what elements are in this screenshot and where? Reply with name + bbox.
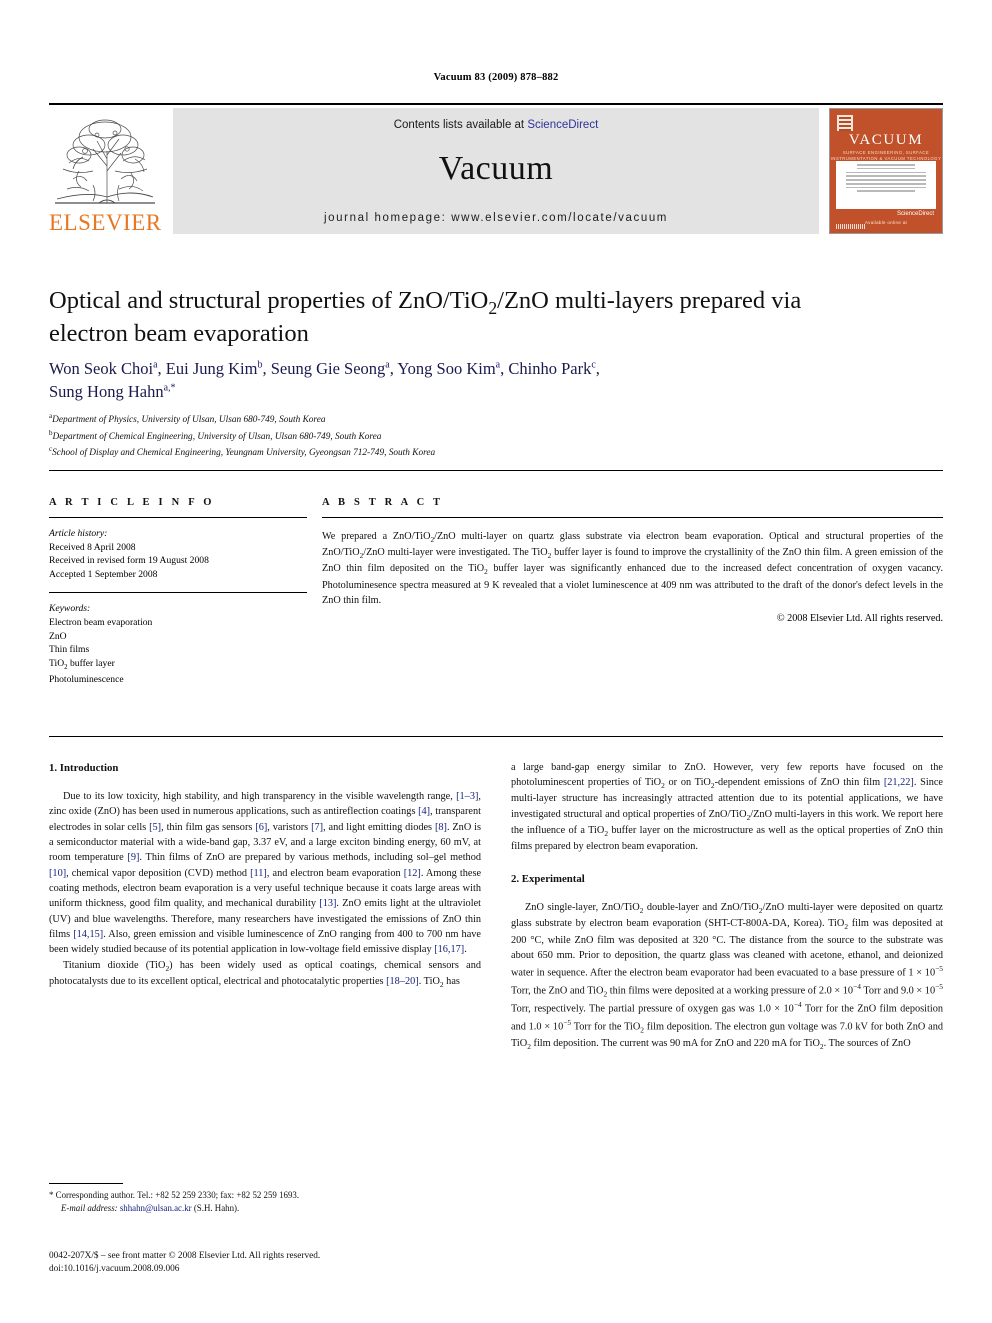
article-title: Optical and structural properties of ZnO… xyxy=(49,286,929,350)
affiliation-text: Department of Chemical Engineering, Univ… xyxy=(52,431,382,442)
body-column-right: a large band-gap energy similar to ZnO. … xyxy=(511,760,943,1052)
affiliation-item: cSchool of Display and Chemical Engineer… xyxy=(49,444,929,461)
corresponding-author-note: * Corresponding author. Tel.: +82 52 259… xyxy=(49,1190,300,1200)
author-name: Won Seok Choi xyxy=(49,359,154,378)
cover-barcode-icon xyxy=(836,224,866,229)
paragraph-experimental-1: ZnO single-layer, ZnO/TiO2 double-layer … xyxy=(511,902,944,1051)
author-name: Chinho Park xyxy=(508,359,592,378)
contents-available-line: Contents lists available at ScienceDirec… xyxy=(173,119,819,131)
affiliation-item: aDepartment of Physics, University of Ul… xyxy=(49,411,929,428)
cover-sciencedirect-brand: ScienceDirect xyxy=(896,211,934,217)
history-item: Received 8 April 2008 xyxy=(49,541,136,553)
divider-abstract-top xyxy=(322,517,943,518)
email-link[interactable]: shhahn@ulsan.ac.kr xyxy=(120,1203,192,1213)
article-title-line1b: /ZnO multi-layers prepared via xyxy=(497,287,802,314)
running-head: Vacuum 83 (2009) 878–882 xyxy=(433,72,559,83)
article-info-heading: A R T I C L E I N F O xyxy=(49,497,215,508)
email-label: E-mail address: xyxy=(61,1203,118,1214)
sciencedirect-banner: Contents lists available at ScienceDirec… xyxy=(173,108,819,234)
journal-cover-thumbnail: VACUUM SURFACE ENGINEERING, SURFACE INST… xyxy=(829,108,943,234)
author-name: Sung Hong Hahn xyxy=(49,381,164,401)
abstract-copyright: © 2008 Elsevier Ltd. All rights reserved… xyxy=(776,612,943,624)
keywords-label: Keywords: xyxy=(49,603,91,615)
author-name: Seung Gie Seong xyxy=(270,359,386,378)
journal-masthead: ELSEVIER Contents lists available at Sci… xyxy=(49,103,943,235)
author-name: Eui Jung Kim xyxy=(165,359,258,378)
affiliation-item: bDepartment of Chemical Engineering, Uni… xyxy=(49,428,929,445)
section-heading-experimental: 2. Experimental xyxy=(511,873,585,886)
elsevier-tree-icon xyxy=(49,111,161,211)
author-sep: , xyxy=(157,359,166,378)
divider-info-top xyxy=(49,517,307,518)
author-name: Yong Soo Kim xyxy=(397,359,496,378)
keyword-item: Electron beam evaporation xyxy=(49,617,153,629)
cover-text-block xyxy=(836,161,936,209)
abstract-text: We prepared a ZnO/TiO2/ZnO multi-layer o… xyxy=(322,531,944,607)
article-title-line2: electron beam evaporation xyxy=(49,320,309,348)
author-list: Won Seok Choia, Eui Jung Kimb, Seung Gie… xyxy=(49,358,929,404)
article-info-block: A R T I C L E I N F O Article history: R… xyxy=(49,497,307,686)
imprint-block: 0042-207X/$ – see front matter © 2008 El… xyxy=(49,1250,519,1277)
history-item: Received in revised form 19 August 2008 xyxy=(49,555,209,567)
journal-article-page: Vacuum 83 (2009) 878–882 ELSEVIER Conten… xyxy=(0,0,992,1323)
affiliation-text: School of Display and Chemical Engineeri… xyxy=(52,448,436,459)
paragraph-intro-3: a large band-gap energy similar to ZnO. … xyxy=(511,762,944,852)
article-title-subscript: 2 xyxy=(488,297,498,318)
sciencedirect-link[interactable]: ScienceDirect xyxy=(527,119,598,131)
divider-above-info xyxy=(49,470,943,471)
footnote-block: * Corresponding author. Tel.: +82 52 259… xyxy=(49,1189,481,1215)
affiliation-text: Department of Physics, University of Uls… xyxy=(52,415,326,426)
elsevier-logo: ELSEVIER xyxy=(49,108,167,234)
email-suffix: (S.H. Hahn). xyxy=(193,1203,240,1214)
divider-info-mid xyxy=(49,592,307,594)
cover-title: VACUUM xyxy=(848,132,924,148)
keywords-block: Keywords: Electron beam evaporation ZnO … xyxy=(49,602,307,686)
paragraph-intro-1: Due to its low toxicity, high stability,… xyxy=(49,791,482,956)
affiliation-list: aDepartment of Physics, University of Ul… xyxy=(49,411,929,461)
author-sep: , xyxy=(595,359,600,378)
abstract-heading: A B S T R A C T xyxy=(322,497,444,508)
article-history: Article history: Received 8 April 2008 R… xyxy=(49,527,307,581)
history-item: Accepted 1 September 2008 xyxy=(49,568,158,580)
cover-publisher-badge-icon xyxy=(837,115,853,131)
author-affil-mark[interactable]: a,* xyxy=(164,382,176,393)
article-title-line1: Optical and structural properties of ZnO… xyxy=(49,287,489,314)
contents-prefix: Contents lists available at xyxy=(393,119,528,131)
divider-above-body xyxy=(49,736,943,737)
author-sep: , xyxy=(262,359,271,378)
imprint-line-2: doi:10.1016/j.vacuum.2008.09.006 xyxy=(49,1264,180,1275)
keyword-item: ZnO xyxy=(49,630,67,642)
article-history-label: Article history: xyxy=(49,528,108,539)
section-heading-introduction: 1. Introduction xyxy=(49,762,119,774)
body-column-left: 1. Introduction Due to its low toxicity,… xyxy=(49,760,481,990)
imprint-line-1: 0042-207X/$ – see front matter © 2008 El… xyxy=(49,1251,321,1261)
keyword-item: TiO2 buffer layer xyxy=(49,657,115,671)
journal-title: Vacuum xyxy=(438,150,554,187)
keyword-item: Photoluminescence xyxy=(49,673,124,685)
journal-homepage-link[interactable]: journal homepage: www.elsevier.com/locat… xyxy=(173,212,819,224)
footnote-rule xyxy=(49,1183,123,1184)
paragraph-intro-2: Titanium dioxide (TiO2) has been widely … xyxy=(49,959,481,989)
elsevier-wordmark: ELSEVIER xyxy=(49,210,162,235)
keyword-item: Thin films xyxy=(49,644,90,656)
email-note: E-mail address: shhahn@ulsan.ac.kr (S.H.… xyxy=(49,1202,481,1215)
abstract-block: A B S T R A C T We prepared a ZnO/TiO2/Z… xyxy=(322,497,943,624)
